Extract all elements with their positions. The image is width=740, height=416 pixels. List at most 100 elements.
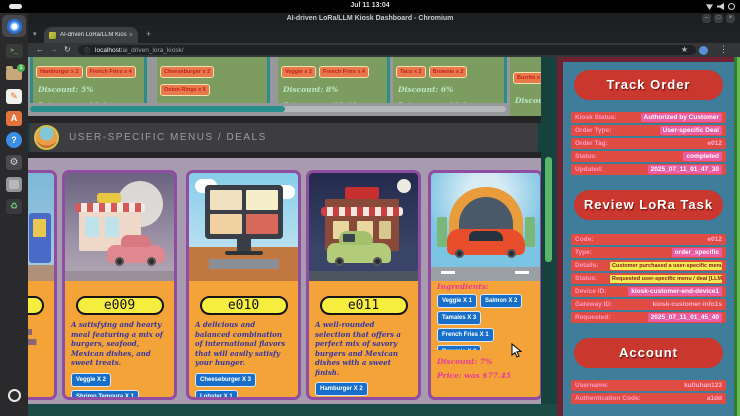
vertical-scrollbar-thumb[interactable] <box>545 157 552 262</box>
deal-card[interactable]: Veggie x 2 French Fries x 4 Discount: 8% … <box>278 57 390 103</box>
menu-tag[interactable]: Hamburger X 2 <box>315 382 368 396</box>
menu-tag[interactable]: Brownie X 2 <box>437 345 482 350</box>
bookmark-star-icon[interactable]: ★ <box>681 45 688 54</box>
deal-card[interactable]: Hamburger x 2 French Fries x 4 Discount: … <box>30 57 147 103</box>
ingredients-label: Ingredients: <box>437 282 489 291</box>
menu-tag[interactable]: Salmon X 2 <box>480 294 523 308</box>
url-path: /ai_driven_lora_kiosk/ <box>120 46 184 54</box>
menu-card-e011[interactable]: e011 A well-rounded selection that offer… <box>306 170 421 400</box>
dock-item-extra-app[interactable] <box>2 173 26 195</box>
power-icon <box>728 3 735 10</box>
system-status-icons[interactable] <box>706 3 735 10</box>
window-title-bar: AI-driven LoRa/LLM Kiosk Dashboard - Chr… <box>0 13 740 25</box>
menu-card-tags: Cheeseburger X 3 Lobster X 1 Onion Rings… <box>195 372 292 397</box>
menu-card-partial-left[interactable] <box>28 170 57 400</box>
page-footer-strip <box>28 404 557 416</box>
dock-item-snap-store[interactable]: ♻ <box>2 195 26 217</box>
menu-card-id-pill: e010 <box>199 296 288 315</box>
menu-card-body: e009 A satisfying and hearty meal featur… <box>65 296 174 397</box>
menu-tag[interactable]: French Fries X 1 <box>437 328 494 342</box>
horizontal-scrollbar-thumb[interactable] <box>30 106 285 112</box>
review-row: Type: order_specific <box>571 247 726 258</box>
track-order-button[interactable]: Track Order <box>574 70 723 100</box>
account-button[interactable]: Account <box>574 338 723 368</box>
minimize-button[interactable]: – <box>702 14 711 23</box>
row-value: Customer purchased a user-specific menu … <box>610 261 722 270</box>
row-label: Authentication Code: <box>575 395 641 402</box>
dock-item-app-a[interactable]: A <box>2 107 26 129</box>
track-order-row: Order Tag: e012 <box>571 138 726 149</box>
deal-tag: French Fries x 4 <box>85 66 136 78</box>
dock-show-apps[interactable] <box>2 384 26 406</box>
files-badge: 1 <box>17 63 25 72</box>
deal-tag: Veggie x 2 <box>281 66 316 78</box>
menu-tag[interactable]: Veggie X 2 <box>71 372 112 387</box>
deal-discount: Discount: 5% <box>38 85 94 94</box>
review-lora-task-button[interactable]: Review LoRa Task <box>574 190 723 220</box>
deal-tag: Brownie x 2 <box>428 66 468 78</box>
dock-item-files[interactable]: 1 <box>2 63 26 85</box>
row-value: Authorized by Customer <box>640 113 722 122</box>
help-icon: ? <box>6 132 22 148</box>
deal-card[interactable]: Burrito x 2 Discount: <box>510 57 541 116</box>
menu-illustration <box>189 173 298 281</box>
reload-icon[interactable]: ↻ <box>64 45 71 54</box>
menu-card-body: e010 A delicious and balanced combinatio… <box>189 296 298 397</box>
account-row: Username: kutluhan123 <box>571 380 726 391</box>
profile-avatar[interactable] <box>699 45 708 55</box>
snap-store-icon: ♻ <box>6 198 22 214</box>
deal-card[interactable]: Cheeseburger x 2Onion Rings x 6 Discount… <box>157 57 270 103</box>
horizontal-scrollbar[interactable] <box>30 106 506 112</box>
dock-item-help[interactable]: ? <box>2 129 26 151</box>
menu-tag[interactable]: Veggie X 1 <box>437 294 478 308</box>
menu-tag[interactable]: Tamales X 1 <box>315 399 359 400</box>
url-bar[interactable]: ⓘ localhost /ai_driven_lora_kiosk/ <box>78 45 696 55</box>
account-row: Authentication Code: a1dd <box>571 393 726 404</box>
menu-card-description: A delicious and balanced combination of … <box>195 320 286 367</box>
deal-tag: Cheeseburger x 2 <box>160 66 215 78</box>
dock-item-text-editor[interactable]: ✎ <box>2 85 26 107</box>
row-label: Order Tag: <box>575 140 608 147</box>
menu-card-tags: Hamburger X 2 Tamales X 1 Shrimp Tempura… <box>315 382 412 400</box>
close-button[interactable]: × <box>726 14 735 23</box>
forward-icon[interactable]: → <box>50 45 58 54</box>
menu-tag[interactable]: Lobster X 1 <box>195 389 238 397</box>
dock-item-terminal[interactable]: >_ <box>2 40 26 62</box>
text-editor-icon: ✎ <box>6 88 22 104</box>
menu-card-id-pill <box>28 296 44 315</box>
dock-item-settings[interactable]: ⚙ <box>2 151 26 173</box>
volume-icon <box>717 3 724 10</box>
tab-search-chevron-icon[interactable]: ▾ <box>33 30 37 38</box>
back-icon[interactable]: ← <box>36 45 44 54</box>
dock-item-chromium[interactable] <box>2 15 26 37</box>
menu-tag[interactable]: Tamales X 3 <box>437 311 482 325</box>
menu-card-price: Price: was $77.45 <box>437 371 512 380</box>
menu-card-id-pill: e011 <box>319 296 408 315</box>
section-title: USER-SPECIFIC MENUS / DEALS <box>69 132 267 143</box>
menu-cards-row: e009 A satisfying and hearty meal featur… <box>28 158 541 404</box>
new-tab-button[interactable]: + <box>146 29 151 39</box>
menu-card-e010[interactable]: e010 A delicious and balanced combinatio… <box>186 170 301 400</box>
site-info-icon[interactable]: ⓘ <box>84 46 90 55</box>
tab-close-icon[interactable]: × <box>129 32 133 39</box>
show-apps-icon <box>7 388 21 402</box>
panel-inner: Track Order Kiosk Status: Authorized by … <box>563 62 734 416</box>
browser-tab[interactable]: AI-driven LoRa/LLM Kios × <box>44 27 138 43</box>
deal-tag: Onion Rings x 6 <box>160 84 210 96</box>
menu-tag[interactable]: Shrimp Tempura X 1 <box>71 389 139 397</box>
section-logo-icon <box>34 125 59 150</box>
menu-card-ingredients[interactable]: Ingredients: Veggie X 1 Salmon X 2 Tamal… <box>428 170 541 400</box>
browser-menu-icon[interactable]: ⋮ <box>719 44 728 55</box>
tab-strip: ▾ AI-driven LoRa/LLM Kios × + <box>28 25 740 43</box>
vertical-scrollbar[interactable] <box>541 57 557 404</box>
mouse-cursor <box>511 343 522 358</box>
system-clock[interactable]: Jul 11 13:04 <box>0 2 740 9</box>
row-value: e012 <box>707 140 722 147</box>
review-row: Gateway ID: kiosk-customer-info1s <box>571 299 726 310</box>
deal-card[interactable]: Taco x 2Brownie x 2 Discount: 6% Price: … <box>393 57 507 103</box>
menu-tag[interactable]: Cheeseburger X 3 <box>195 372 257 387</box>
menu-card-e009[interactable]: e009 A satisfying and hearty meal featur… <box>62 170 177 400</box>
maximize-button[interactable]: □ <box>714 14 723 23</box>
row-value: order_specific <box>671 248 722 257</box>
chromium-icon <box>6 18 22 34</box>
